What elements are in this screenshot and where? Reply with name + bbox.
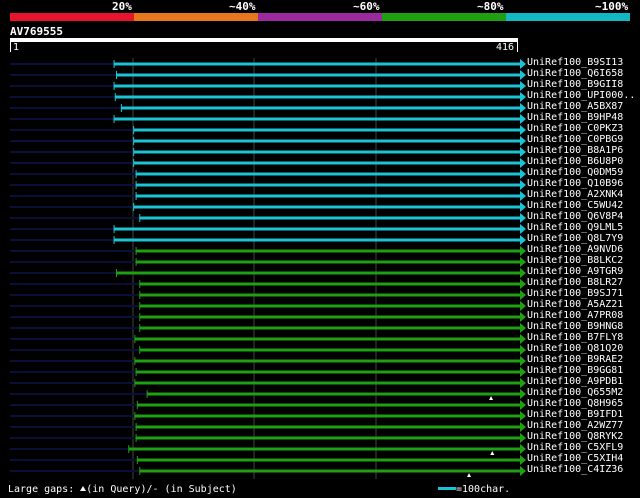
- hit-arrow-icon: [520, 367, 526, 377]
- hit-label[interactable]: UniRef100_B9HNG8: [527, 321, 623, 332]
- hit-label[interactable]: UniRef100_C5XFL9: [527, 442, 623, 453]
- hit-arrow-icon: [520, 334, 526, 344]
- hit-label[interactable]: UniRef100_A9PDB1: [527, 376, 623, 387]
- hit-arrow-icon: [520, 323, 526, 333]
- hit-arrow-icon: [520, 125, 526, 135]
- hit-label[interactable]: UniRef100_A5AZ21: [527, 299, 623, 310]
- hit-arrow-icon: [520, 103, 526, 113]
- hit-label[interactable]: UniRef100_Q9LML5: [527, 222, 623, 233]
- hit-arrow-icon: [520, 114, 526, 124]
- hit-label[interactable]: UniRef100_Q8H965: [527, 398, 623, 409]
- hit-label[interactable]: UniRef100_B9SI13: [527, 57, 623, 68]
- hit-arrow-icon: [520, 422, 526, 432]
- hit-arrow-icon: [520, 400, 526, 410]
- scale-bar-icon: [438, 487, 456, 490]
- hit-label[interactable]: UniRef100_C0PBG9: [527, 134, 623, 145]
- scale-legend: =100char.: [438, 484, 510, 495]
- hit-arrow-icon: [520, 136, 526, 146]
- hit-arrow-icon: [520, 312, 526, 322]
- hit-label[interactable]: UniRef100_B6U8P0: [527, 156, 623, 167]
- hit-label[interactable]: UniRef100_B7FLY8: [527, 332, 623, 343]
- hit-label[interactable]: UniRef100_C0PKZ3: [527, 123, 623, 134]
- hit-label[interactable]: UniRef100_B8A1P6: [527, 145, 623, 156]
- hit-arrow-icon: [520, 59, 526, 69]
- hit-arrow-icon: [520, 433, 526, 443]
- hit-arrow-icon: [520, 81, 526, 91]
- hit-label[interactable]: UniRef100_B9HP48: [527, 112, 623, 123]
- query-gap-marker: [489, 396, 494, 400]
- hit-label[interactable]: UniRef100_B8LR27: [527, 277, 623, 288]
- hit-arrow-icon: [520, 202, 526, 212]
- hit-label[interactable]: UniRef100_B9GII8: [527, 79, 623, 90]
- hit-label[interactable]: UniRef100_B8LKC2: [527, 255, 623, 266]
- legend-subject-text: (in Subject): [158, 484, 237, 495]
- hit-arrow-icon: [520, 455, 526, 465]
- hit-label[interactable]: UniRef100_Q6I658: [527, 68, 623, 79]
- hit-arrow-icon: [520, 180, 526, 190]
- legend-query-text: (in Query)/: [86, 484, 153, 495]
- hit-label[interactable]: UniRef100_A7PR08: [527, 310, 623, 321]
- hit-arrow-icon: [520, 169, 526, 179]
- hit-arrow-icon: [520, 345, 526, 355]
- hit-arrow-icon: [520, 70, 526, 80]
- hit-label[interactable]: UniRef100_C5XIH4: [527, 453, 623, 464]
- hit-arrow-icon: [520, 224, 526, 234]
- hit-arrow-icon: [520, 268, 526, 278]
- hit-label[interactable]: UniRef100_B9RAE2: [527, 354, 623, 365]
- hit-label[interactable]: UniRef100_C4IZ36: [527, 464, 623, 475]
- hit-label[interactable]: UniRef100_A2WZ77: [527, 420, 623, 431]
- hit-arrow-icon: [520, 444, 526, 454]
- hit-arrow-icon: [520, 356, 526, 366]
- hit-label[interactable]: UniRef100_A9TGR9: [527, 266, 623, 277]
- hit-label[interactable]: UniRef100_A9NVD6: [527, 244, 623, 255]
- hit-label[interactable]: UniRef100_C5WU42: [527, 200, 623, 211]
- query-gap-marker: [490, 451, 495, 455]
- hit-arrow-icon: [520, 246, 526, 256]
- hit-arrow-icon: [520, 213, 526, 223]
- hit-arrow-icon: [520, 466, 526, 476]
- hit-label[interactable]: UniRef100_A5BX87: [527, 101, 623, 112]
- hit-label[interactable]: UniRef100_A2XNK4: [527, 189, 623, 200]
- hit-label[interactable]: UniRef100_UPI000..: [527, 90, 635, 101]
- hit-label[interactable]: UniRef100_B9GG81: [527, 365, 623, 376]
- query-gap-marker: [467, 473, 472, 477]
- hit-label[interactable]: UniRef100_Q0DM59: [527, 167, 623, 178]
- hit-label[interactable]: UniRef100_Q8L7Y9: [527, 233, 623, 244]
- hit-label[interactable]: UniRef100_B9IFD1: [527, 409, 623, 420]
- hit-arrow-icon: [520, 411, 526, 421]
- hit-arrow-icon: [520, 301, 526, 311]
- scale-legend-text: =100char.: [456, 484, 511, 495]
- hit-label[interactable]: UniRef100_Q655M2: [527, 387, 623, 398]
- hit-arrow-icon: [520, 378, 526, 388]
- hit-label[interactable]: UniRef100_Q81Q20: [527, 343, 623, 354]
- hit-arrow-icon: [520, 389, 526, 399]
- hit-label[interactable]: UniRef100_Q10B96: [527, 178, 623, 189]
- hit-arrow-icon: [520, 147, 526, 157]
- hit-arrow-icon: [520, 158, 526, 168]
- hit-arrow-icon: [520, 191, 526, 201]
- hit-arrow-icon: [520, 92, 526, 102]
- hit-arrow-icon: [520, 235, 526, 245]
- legend-gaps-text: Large gaps:: [8, 484, 75, 495]
- hit-label[interactable]: UniRef100_Q6V8P4: [527, 211, 623, 222]
- hit-arrow-icon: [520, 279, 526, 289]
- hit-label[interactable]: UniRef100_B9SJ71: [527, 288, 623, 299]
- legend: Large gaps: (in Query)/- (in Subject): [8, 484, 237, 495]
- hit-label[interactable]: UniRef100_Q8RYK2: [527, 431, 623, 442]
- hit-arrow-icon: [520, 290, 526, 300]
- hit-arrow-icon: [520, 257, 526, 267]
